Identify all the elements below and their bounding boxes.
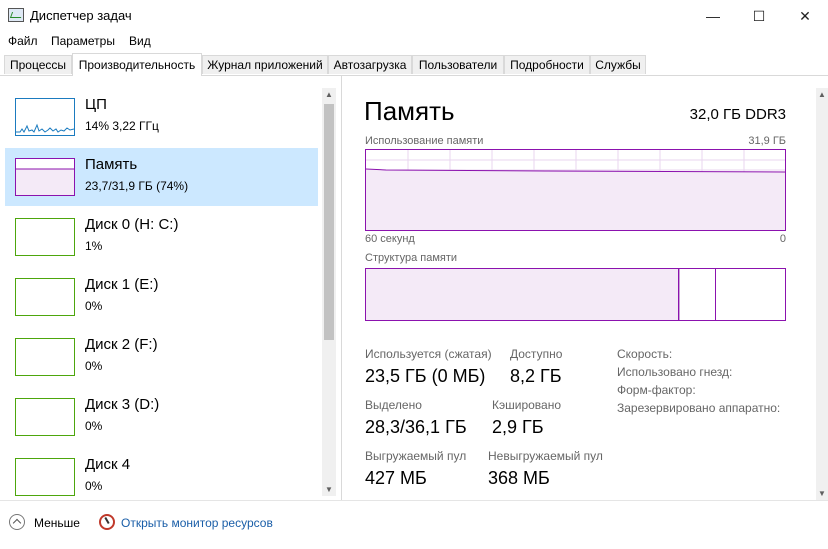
available-value: 8,2 ГБ [510, 366, 562, 386]
disk-label: Диск 0 (H: C:) [85, 216, 179, 233]
usage-graph-max: 31,9 ГБ [748, 135, 786, 147]
scroll-up-icon[interactable]: ▲ [325, 90, 333, 99]
tab-strip: Процессы Производительность Журнал прило… [0, 53, 828, 76]
disk-value: 0% [85, 299, 103, 313]
scrollbar-thumb[interactable] [324, 104, 334, 340]
committed-value: 28,3/36,1 ГБ [365, 417, 467, 437]
usage-graph-label: Использование памяти [365, 135, 484, 147]
sidebar-item-disk-4[interactable]: Диск 4 0% [5, 448, 318, 506]
disk-thumbnail-graph [15, 458, 75, 496]
resource-list: ЦП 14% 3,22 ГГц Память 23,7/31,9 ГБ (74%… [0, 76, 340, 500]
cached-label: Кэшировано [492, 398, 562, 412]
form-factor-label: Форм-фактор: [617, 383, 696, 397]
disk-thumbnail-graph [15, 278, 75, 316]
disk-thumbnail-graph [15, 338, 75, 376]
memory-usage-graph [365, 149, 786, 231]
nonpaged-pool-label: Невыгружаемый пул [488, 449, 603, 463]
tab-app-history[interactable]: Журнал приложений [202, 55, 328, 74]
time-axis-left: 60 секунд [365, 233, 415, 245]
memory-value: 23,7/31,9 ГБ (74%) [85, 179, 189, 193]
sidebar-item-memory[interactable]: Память 23,7/31,9 ГБ (74%) [5, 148, 318, 206]
chevron-up-icon[interactable] [9, 514, 25, 530]
scroll-down-icon[interactable]: ▼ [818, 489, 826, 498]
footer-bar: Меньше Открыть монитор ресурсов [0, 500, 828, 549]
paged-pool-label: Выгружаемый пул [365, 449, 467, 463]
cpu-thumbnail-graph [15, 98, 75, 136]
composition-modified [679, 269, 715, 320]
in-use-value: 23,5 ГБ (0 МБ) [365, 366, 486, 386]
sidebar-item-disk-2[interactable]: Диск 2 (F:) 0% [5, 328, 318, 386]
tab-processes[interactable]: Процессы [4, 55, 72, 74]
time-axis-right: 0 [779, 233, 786, 245]
disk-label: Диск 4 [85, 456, 131, 473]
disk-value: 0% [85, 479, 103, 493]
sidebar-item-cpu[interactable]: ЦП 14% 3,22 ГГц [5, 88, 318, 146]
pane-divider[interactable] [341, 76, 342, 500]
sidebar-item-disk-3[interactable]: Диск 3 (D:) 0% [5, 388, 318, 446]
sidebar-item-disk-1[interactable]: Диск 1 (E:) 0% [5, 268, 318, 326]
left-scrollbar[interactable]: ▲ ▼ [322, 88, 336, 496]
tab-performance[interactable]: Производительность [72, 53, 202, 76]
speed-label: Скорость: [617, 347, 673, 361]
tab-startup[interactable]: Автозагрузка [328, 55, 412, 74]
disk-value: 1% [85, 239, 103, 253]
memory-label: Память [85, 156, 138, 173]
page-title: Память [364, 96, 455, 126]
paged-pool-value: 427 МБ [365, 468, 427, 488]
disk-label: Диск 3 (D:) [85, 396, 160, 413]
title-bar: Диспетчер задач — ☐ ✕ [0, 0, 828, 32]
cpu-sparkline [16, 123, 74, 133]
maximize-button[interactable]: ☐ [736, 0, 782, 32]
memory-sparkline [16, 168, 74, 195]
hardware-reserved-label: Зарезервировано аппаратно: [617, 401, 781, 415]
in-use-label: Используется (сжатая) [365, 347, 492, 361]
open-resource-monitor-link[interactable]: Открыть монитор ресурсов [121, 516, 273, 530]
minimize-button[interactable]: — [690, 0, 736, 32]
right-scrollbar[interactable]: ▲ ▼ [816, 88, 828, 500]
memory-capacity: 32,0 ГБ DDR3 [689, 106, 786, 123]
disk-label: Диск 2 (F:) [85, 336, 158, 353]
cached-value: 2,9 ГБ [492, 417, 544, 437]
tab-details[interactable]: Подробности [504, 55, 590, 74]
menu-file[interactable]: Файл [8, 34, 38, 48]
available-label: Доступно [510, 347, 563, 361]
slots-used-label: Использовано гнезд: [617, 365, 733, 379]
usage-graph-svg [366, 150, 785, 230]
tab-services[interactable]: Службы [590, 55, 646, 74]
disk-value: 0% [85, 359, 103, 373]
composition-in-use [366, 269, 678, 320]
close-button[interactable]: ✕ [782, 0, 828, 32]
cpu-value: 14% 3,22 ГГц [85, 119, 159, 133]
menu-bar: Файл Параметры Вид [0, 32, 828, 52]
committed-label: Выделено [365, 398, 422, 412]
disk-thumbnail-graph [15, 218, 75, 256]
disk-value: 0% [85, 419, 103, 433]
composition-divider [715, 269, 716, 320]
memory-thumbnail-graph [15, 158, 75, 196]
memory-composition-bar [365, 268, 786, 321]
nonpaged-pool-value: 368 МБ [488, 468, 550, 488]
window-title: Диспетчер задач [30, 8, 132, 23]
disk-thumbnail-graph [15, 398, 75, 436]
sidebar-item-disk-0[interactable]: Диск 0 (H: C:) 1% [5, 208, 318, 266]
scroll-down-icon[interactable]: ▼ [325, 485, 333, 494]
task-manager-icon [8, 8, 24, 22]
menu-view[interactable]: Вид [129, 34, 151, 48]
disk-label: Диск 1 (E:) [85, 276, 159, 293]
tab-users[interactable]: Пользователи [412, 55, 504, 74]
scroll-up-icon[interactable]: ▲ [818, 90, 826, 99]
menu-options[interactable]: Параметры [51, 34, 115, 48]
cpu-label: ЦП [85, 96, 107, 113]
resource-monitor-icon [99, 514, 115, 530]
fewer-details-button[interactable]: Меньше [34, 516, 80, 530]
composition-label: Структура памяти [365, 252, 458, 264]
